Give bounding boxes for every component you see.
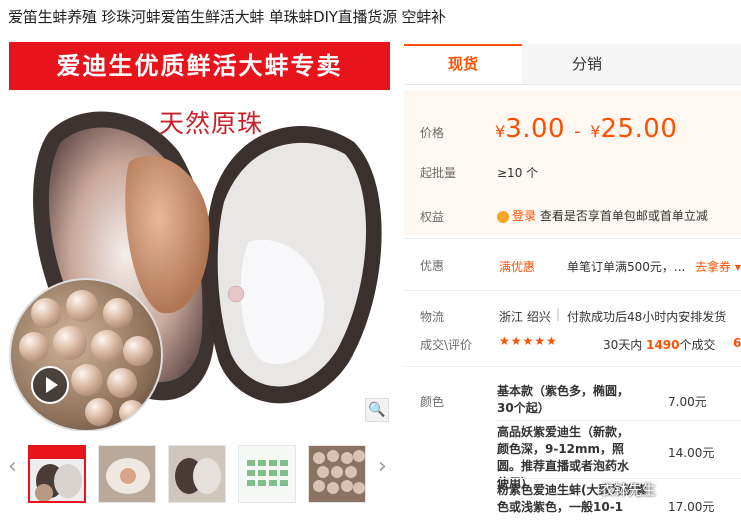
offer-tabs: 现货 分销 <box>404 44 741 85</box>
moq-value: ≥10 个 <box>497 166 539 180</box>
product-title: 爱笛生蚌养殖 珍珠河蚌爱笛生鲜活大蚌 单珠蚌DIY直播货源 空蚌补 <box>8 8 446 26</box>
promo-banner: 爱迪生优质鲜活大蚌专卖 <box>9 42 390 90</box>
sales-suffix: 个成交 <box>679 338 716 352</box>
thumbnail-2[interactable] <box>98 445 156 503</box>
rights-text: 查看是否享首单包邮或首单立减 <box>539 209 708 223</box>
logistics-origin: 浙江 绍兴 <box>499 310 551 324</box>
color-label: 颜色 <box>420 395 445 409</box>
magnifier-icon[interactable]: 🔍 <box>365 398 389 422</box>
price-label: 价格 <box>420 126 445 140</box>
price-high: 25.00 <box>600 114 678 144</box>
rights-row: 登录 查看是否享首单包邮或首单立减 <box>497 207 708 224</box>
rights-label: 权益 <box>420 210 445 224</box>
price-low: 3.00 <box>505 114 566 144</box>
thumbnail-next-icon[interactable]: › <box>378 454 387 479</box>
divider <box>404 366 741 367</box>
product-main-image[interactable]: 爱迪生优质鲜活大蚌专卖 天然原珠 🔍 <box>9 42 390 431</box>
divider <box>404 238 741 239</box>
divider <box>404 290 741 291</box>
option-price: 17.00元 <box>668 500 715 514</box>
watermark: 衣钵先生 <box>600 483 656 499</box>
option-price: 14.00元 <box>668 446 715 460</box>
price-range: ¥3.00 - ¥25.00 <box>495 114 677 144</box>
thumbnail-4[interactable] <box>238 445 296 503</box>
logistics-label: 物流 <box>420 310 445 324</box>
overlay-title: 天然原珠 <box>159 109 264 138</box>
promo-text: 单笔订单满500元，... <box>567 260 686 274</box>
currency-symbol: ¥ <box>590 122 601 141</box>
option-name[interactable]: 基本款（紫色多，椭圆，30个起） <box>497 383 637 417</box>
divider <box>497 478 741 479</box>
moq-label: 起批量 <box>420 166 457 180</box>
thumbnail-prev-icon[interactable]: ‹ <box>8 454 17 479</box>
tab-spot[interactable]: 现货 <box>404 44 522 84</box>
get-coupon-label: 去拿券 <box>695 260 732 274</box>
get-coupon-link[interactable]: 去拿券 ▾ <box>695 258 741 275</box>
option-price: 7.00元 <box>668 395 707 409</box>
sales-info: 30天内 1490个成交 <box>603 336 716 353</box>
logistics-divider: | <box>556 307 561 321</box>
promo-badge: 满优惠 <box>499 260 536 274</box>
reviews-label: 成交\评价 <box>420 338 473 352</box>
thumbnail-5[interactable] <box>308 445 366 503</box>
pearl-closeup <box>9 278 163 431</box>
thumbnail-1[interactable] <box>28 445 86 503</box>
reviews-count-link[interactable]: 6 <box>733 336 741 350</box>
tab-distribution[interactable]: 分销 <box>522 44 652 84</box>
divider <box>497 420 741 421</box>
thumbnail-3[interactable] <box>168 445 226 503</box>
currency-symbol: ¥ <box>495 122 506 141</box>
login-link[interactable]: 登录 <box>512 209 536 223</box>
price-dash: - <box>574 121 582 142</box>
login-icon <box>497 210 509 223</box>
rating-stars: ★★★★★ <box>499 334 558 348</box>
promo-label: 优惠 <box>420 259 445 273</box>
sales-count: 1490 <box>646 338 680 352</box>
sales-prefix: 30天内 <box>603 338 643 352</box>
play-icon[interactable] <box>31 366 69 404</box>
logistics-text: 付款成功后48小时内安排发货 <box>567 310 727 324</box>
